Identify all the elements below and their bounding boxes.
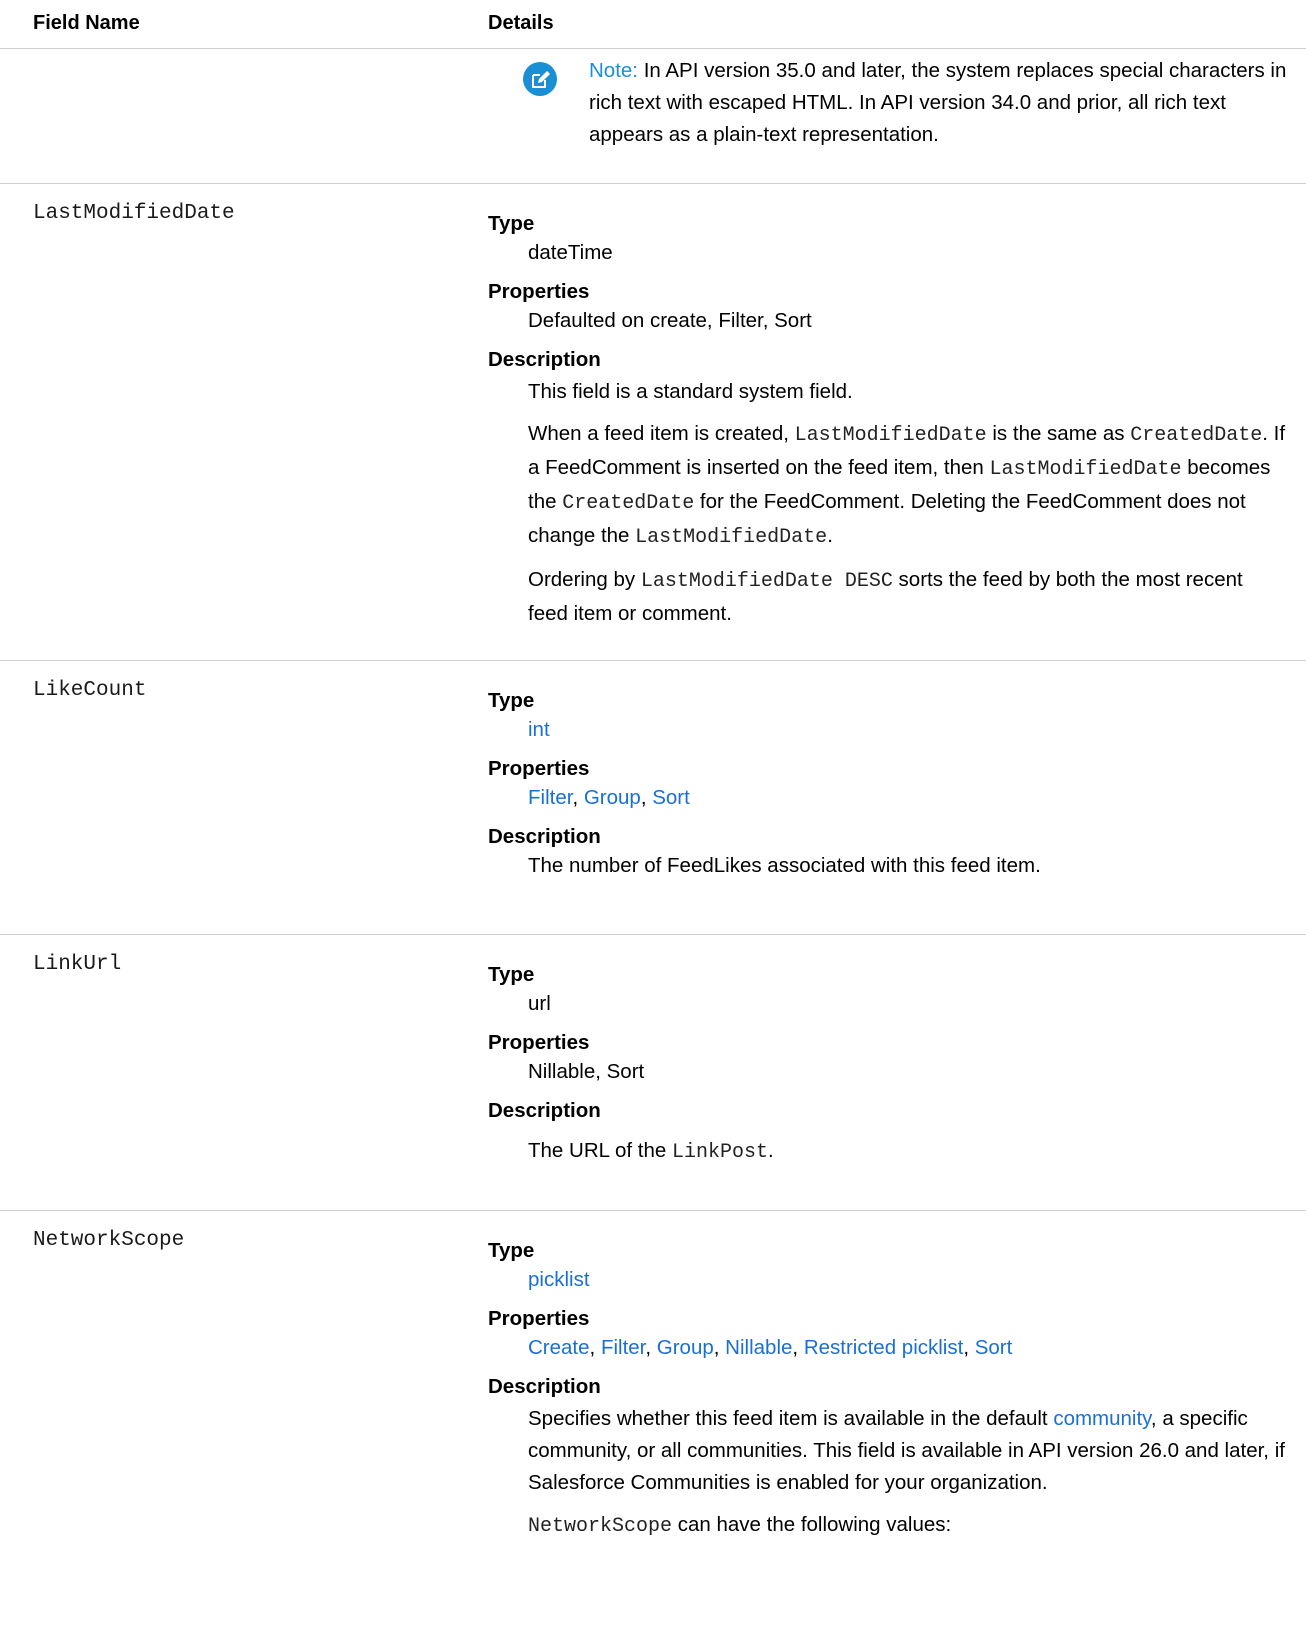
property-link-filter[interactable]: Filter bbox=[601, 1336, 645, 1359]
field-name-column-header: Field Name bbox=[33, 12, 140, 34]
type-link[interactable]: int bbox=[528, 718, 550, 741]
description-label: Description bbox=[488, 825, 601, 848]
description-label: Description bbox=[488, 348, 601, 371]
note-label: Note: bbox=[589, 59, 638, 82]
description-paragraph: Ordering by LastModifiedDate DESC sorts … bbox=[528, 568, 1243, 625]
property-link-sort[interactable]: Sort bbox=[652, 786, 690, 809]
properties-links: Filter, Group, Sort bbox=[528, 786, 690, 809]
note-body: In API version 35.0 and later, the syste… bbox=[589, 59, 1287, 146]
property-link-group[interactable]: Group bbox=[657, 1336, 714, 1359]
table-row-last-modified-date: LastModifiedDate Type dateTime Propertie… bbox=[0, 184, 1306, 661]
field-details: Type int Properties Filter, Group, Sort … bbox=[488, 687, 1288, 891]
table-row-network-scope: NetworkScope Type picklist Properties Cr… bbox=[0, 1211, 1306, 1637]
type-label: Type bbox=[488, 212, 535, 235]
table-row-link-url: LinkUrl Type url Properties Nillable, So… bbox=[0, 935, 1306, 1211]
property-link-group[interactable]: Group bbox=[584, 786, 641, 809]
field-name: LikeCount bbox=[33, 679, 147, 702]
field-details: Type dateTime Properties Defaulted on cr… bbox=[488, 210, 1288, 640]
properties-label: Properties bbox=[488, 280, 590, 303]
field-details: Type picklist Properties Create, Filter,… bbox=[488, 1237, 1288, 1553]
properties-label: Properties bbox=[488, 757, 590, 780]
description-text: This field is a standard system field. bbox=[528, 380, 853, 403]
properties-value: Nillable, Sort bbox=[528, 1060, 645, 1083]
description-paragraph: When a feed item is created, LastModifie… bbox=[528, 422, 1286, 549]
property-link-create[interactable]: Create bbox=[528, 1336, 590, 1359]
field-name: NetworkScope bbox=[33, 1229, 185, 1252]
field-name: LastModifiedDate bbox=[33, 202, 235, 225]
field-details: Type url Properties Nillable, Sort Descr… bbox=[488, 961, 1288, 1179]
property-link-restricted-picklist[interactable]: Restricted picklist bbox=[804, 1336, 964, 1359]
description-paragraph: NetworkScope can have the following valu… bbox=[528, 1513, 952, 1538]
description-label: Description bbox=[488, 1099, 601, 1122]
details-column-header: Details bbox=[488, 12, 554, 34]
description-label: Description bbox=[488, 1375, 601, 1398]
description-text: Specifies whether this feed item is avai… bbox=[528, 1407, 1285, 1494]
properties-value: Defaulted on create, Filter, Sort bbox=[528, 309, 812, 332]
field-name: LinkUrl bbox=[33, 953, 122, 976]
table-header: Field Name Details bbox=[0, 0, 1306, 49]
type-link[interactable]: picklist bbox=[528, 1268, 590, 1291]
properties-label: Properties bbox=[488, 1031, 590, 1054]
description-text: The number of FeedLikes associated with … bbox=[528, 854, 1041, 877]
properties-links: Create, Filter, Group, Nillable, Restric… bbox=[528, 1336, 1013, 1359]
note-text: Note: In API version 35.0 and later, the… bbox=[589, 55, 1289, 151]
edit-pencil-icon bbox=[523, 62, 557, 96]
community-link[interactable]: community bbox=[1053, 1407, 1151, 1430]
type-label: Type bbox=[488, 1239, 535, 1262]
table-row: Note: In API version 35.0 and later, the… bbox=[0, 49, 1306, 184]
property-link-sort[interactable]: Sort bbox=[975, 1336, 1013, 1359]
table-row-like-count: LikeCount Type int Properties Filter, Gr… bbox=[0, 661, 1306, 935]
type-label: Type bbox=[488, 963, 535, 986]
property-link-nillable[interactable]: Nillable bbox=[725, 1336, 792, 1359]
type-value: url bbox=[528, 992, 551, 1015]
property-link-filter[interactable]: Filter bbox=[528, 786, 572, 809]
type-label: Type bbox=[488, 689, 535, 712]
properties-label: Properties bbox=[488, 1307, 590, 1330]
description-text: The URL of the LinkPost. bbox=[528, 1139, 774, 1164]
type-value: dateTime bbox=[528, 241, 613, 264]
